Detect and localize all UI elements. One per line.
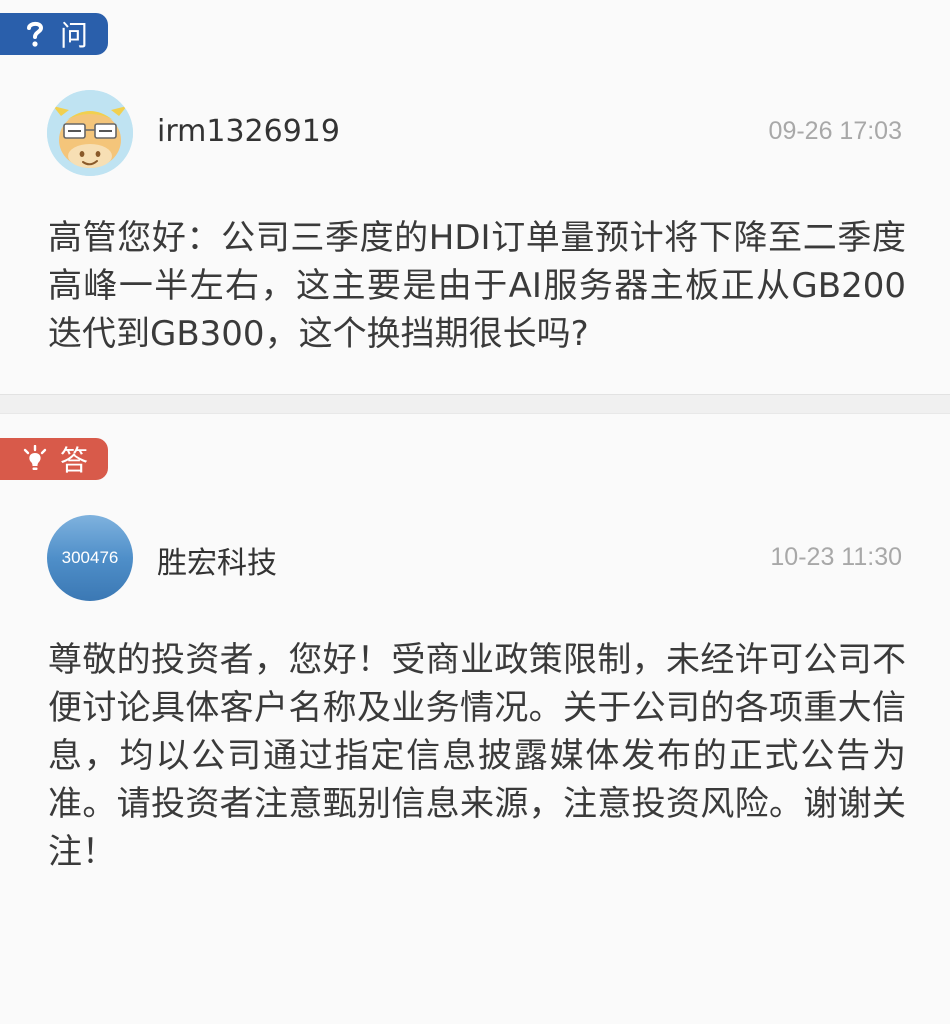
company-avatar[interactable]: 300476 bbox=[47, 515, 133, 601]
answer-section: 答 300476 胜宏科技 10-23 11:30 尊敬的投资者，您好！受商业政… bbox=[0, 414, 950, 1024]
question-mark-icon bbox=[22, 20, 48, 48]
question-section: 问 irm1326919 09-26 17:03 高管您好：公司三季度的HDI订… bbox=[0, 0, 950, 394]
answer-timestamp: 10-23 11:30 bbox=[770, 543, 902, 571]
answer-text: 尊敬的投资者，您好！受商业政策限制，未经许可公司不便讨论具体客户名称及业务情况。… bbox=[48, 640, 906, 872]
stock-code: 300476 bbox=[61, 548, 119, 567]
question-timestamp: 09-26 17:03 bbox=[768, 117, 902, 145]
question-tag-label: 问 bbox=[60, 19, 89, 52]
answer-tag: 答 bbox=[0, 438, 108, 480]
cartoon-cow-avatar-icon bbox=[47, 90, 133, 176]
answer-tag-label: 答 bbox=[60, 444, 89, 477]
section-divider bbox=[0, 394, 950, 414]
question-tag: 问 bbox=[0, 13, 108, 55]
avatar[interactable] bbox=[47, 90, 133, 176]
question-text: 高管您好：公司三季度的HDI订单量预计将下降至二季度高峰一半左右，这主要是由于A… bbox=[48, 218, 906, 354]
question-username[interactable]: irm1326919 bbox=[157, 114, 340, 149]
lightbulb-icon bbox=[22, 445, 48, 473]
company-name[interactable]: 胜宏科技 bbox=[157, 538, 277, 582]
